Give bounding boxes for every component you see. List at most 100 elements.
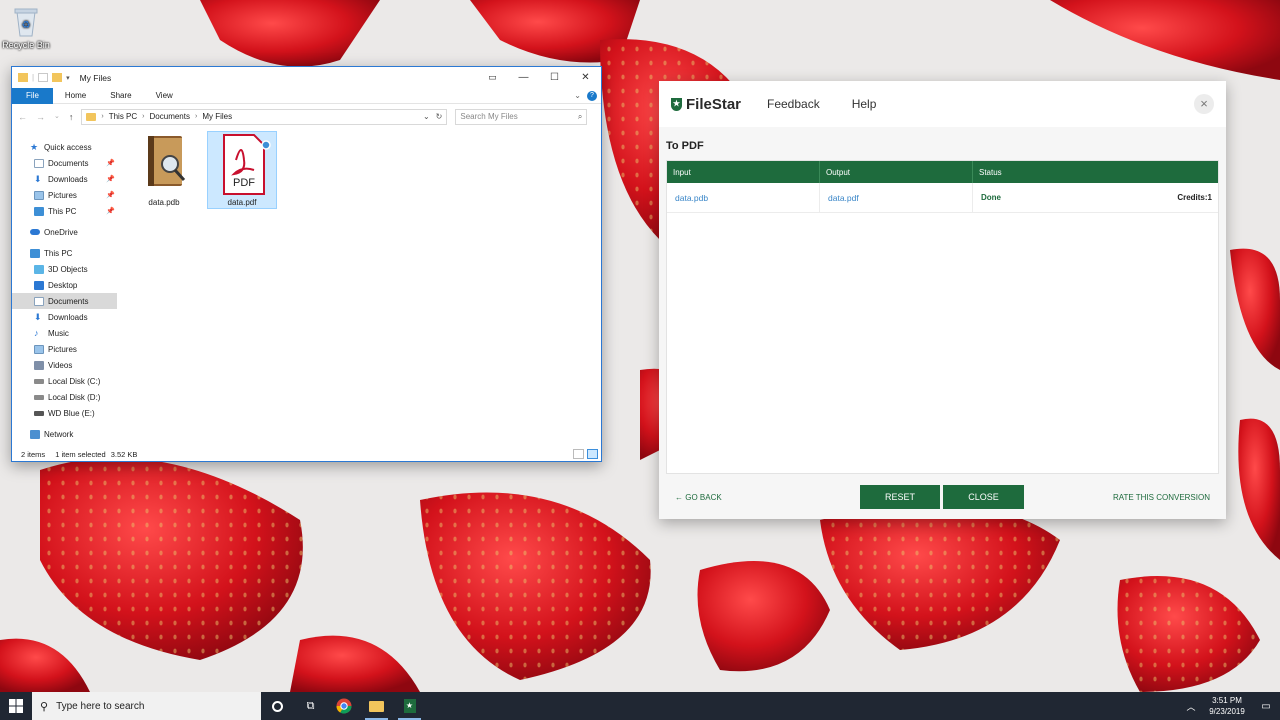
nav-label: Pictures	[48, 344, 77, 354]
start-button[interactable]	[0, 692, 32, 720]
taskbar-search-input[interactable]: ⚲ Type here to search	[32, 692, 261, 720]
address-bar[interactable]: › This PC › Documents › My Files ⌄ ↻	[81, 108, 448, 125]
nav-label: Local Disk (D:)	[48, 392, 101, 402]
nav-this-pc-pinned[interactable]: This PC 📌	[12, 203, 117, 219]
nav-label: Music	[48, 328, 69, 338]
computer-icon	[30, 248, 40, 258]
close-button[interactable]: ✕	[570, 67, 601, 88]
nav-this-pc[interactable]: This PC	[12, 245, 117, 261]
nav-label: Documents	[48, 296, 89, 306]
nav-onedrive[interactable]: OneDrive	[12, 224, 117, 240]
search-icon: ⌕	[577, 111, 583, 121]
chrome-icon[interactable]	[327, 692, 360, 720]
recent-locations-icon[interactable]: ⌄	[54, 112, 60, 122]
tab-share[interactable]: Share	[98, 88, 143, 104]
nav-network[interactable]: Network	[12, 426, 117, 442]
file-explorer-taskbar-icon[interactable]	[360, 692, 393, 720]
output-file-link[interactable]: data.pdf	[828, 193, 859, 203]
filestar-window[interactable]: ★ FileStar Feedback Help × To PDF Input …	[659, 81, 1226, 519]
nav-label: Downloads	[48, 174, 88, 184]
taskbar: ⚲ Type here to search ⧉ ★ ︿ 3:51 PM 9/23…	[0, 692, 1280, 720]
cloud-icon	[30, 229, 40, 235]
expand-ribbon-icon[interactable]: ⌄	[574, 91, 581, 100]
address-dropdown-icon[interactable]: ⌄	[423, 112, 430, 121]
nav-pictures-pinned[interactable]: Pictures 📌	[12, 187, 117, 203]
maximize-button[interactable]: ☐	[539, 67, 570, 88]
up-arrow-icon[interactable]: ↑	[69, 112, 74, 122]
folder-icon	[18, 73, 28, 82]
selection-count: 1 item selected	[55, 449, 106, 459]
nav-feedback[interactable]: Feedback	[767, 97, 820, 111]
rate-conversion-link[interactable]: RATE THIS CONVERSION	[1113, 493, 1210, 502]
refresh-icon[interactable]: ↻	[436, 112, 443, 121]
pictures-icon	[34, 190, 44, 200]
nav-label: OneDrive	[44, 227, 78, 237]
star-shield-icon: ★	[671, 97, 682, 111]
chevron-up-icon[interactable]: ︿	[1180, 700, 1202, 713]
star-icon: ★	[30, 141, 39, 152]
nav-pictures[interactable]: Pictures	[12, 341, 117, 357]
pin-icon[interactable]: 📌	[106, 159, 115, 167]
recycle-bin[interactable]: ♻ Recycle Bin	[2, 4, 50, 50]
nav-local-disk-d[interactable]: Local Disk (D:)	[12, 389, 117, 405]
nav-documents[interactable]: Documents	[12, 293, 117, 309]
drive-icon	[34, 394, 44, 400]
nav-downloads[interactable]: ⬇ Downloads	[12, 309, 117, 325]
nav-3d-objects[interactable]: 3D Objects	[12, 261, 117, 277]
input-file-link[interactable]: data.pdb	[675, 193, 708, 203]
pdf-icon-text: PDF	[233, 177, 255, 189]
tab-view[interactable]: View	[144, 88, 185, 104]
documents-icon	[34, 158, 44, 168]
cortana-icon[interactable]	[261, 692, 294, 720]
selection-size: 3.52 KB	[110, 449, 138, 459]
address-row: ← → ⌄ ↑ › This PC › Documents › My Files…	[12, 104, 601, 129]
breadcrumb-my-files[interactable]: My Files	[202, 112, 232, 121]
tab-file[interactable]: File	[12, 87, 53, 104]
breadcrumb-this-pc[interactable]: This PC	[109, 112, 137, 121]
nav-quick-access[interactable]: ★ Quick access	[12, 139, 117, 155]
nav-downloads-pinned[interactable]: ⬇ Downloads 📌	[12, 171, 117, 187]
minimize-button[interactable]: —	[508, 67, 539, 88]
file-explorer-window[interactable]: | ▾ My Files ▭ — ☐ ✕ File Home Share Vie…	[11, 66, 602, 462]
go-back-link[interactable]: ← GO BACK	[675, 493, 722, 502]
forward-arrow-icon[interactable]: →	[36, 112, 45, 122]
nav-local-disk-c[interactable]: Local Disk (C:)	[12, 373, 117, 389]
pin-icon[interactable]: 📌	[106, 191, 115, 199]
breadcrumb-documents[interactable]: Documents	[150, 112, 190, 121]
large-icons-view-icon[interactable]	[587, 449, 598, 459]
qat-dropdown-icon[interactable]: ▾	[66, 74, 70, 82]
conversion-table: Input Output Status data.pdb data.pdf Do…	[666, 160, 1219, 474]
ebook-icon	[148, 136, 186, 186]
filestar-taskbar-icon[interactable]: ★	[393, 692, 426, 720]
file-data-pdf[interactable]: PDF data.pdf	[207, 131, 277, 209]
tab-home[interactable]: Home	[53, 88, 98, 104]
notification-icon[interactable]: ▭	[1252, 701, 1280, 712]
nav-help[interactable]: Help	[852, 97, 877, 111]
close-icon[interactable]: ×	[1194, 94, 1214, 114]
close-button[interactable]: CLOSE	[943, 485, 1024, 509]
nav-label: Documents	[48, 158, 89, 168]
tablet-mode-icon[interactable]: ▭	[477, 67, 508, 88]
nav-videos[interactable]: Videos	[12, 357, 117, 373]
taskbar-search-placeholder: Type here to search	[56, 700, 145, 712]
nav-desktop[interactable]: Desktop	[12, 277, 117, 293]
reset-button[interactable]: RESET	[860, 485, 940, 509]
nav-music[interactable]: ♪ Music	[12, 325, 117, 341]
nav-label: Quick access	[44, 142, 92, 152]
pin-icon[interactable]: 📌	[106, 175, 115, 183]
clock[interactable]: 3:51 PM 9/23/2019	[1202, 695, 1252, 717]
explorer-titlebar[interactable]: | ▾ My Files ▭ — ☐ ✕	[12, 67, 601, 88]
help-icon[interactable]: ?	[587, 90, 597, 101]
table-row: data.pdb data.pdf Done Credits:1	[667, 183, 1218, 213]
new-folder-icon[interactable]	[52, 73, 63, 82]
details-view-icon[interactable]	[573, 449, 584, 459]
nav-wd-blue-e[interactable]: WD Blue (E:)	[12, 405, 117, 421]
search-input[interactable]: Search My Files ⌕	[455, 108, 588, 125]
nav-documents-pinned[interactable]: Documents 📌	[12, 155, 117, 171]
properties-icon[interactable]	[38, 73, 49, 82]
clock-date: 9/23/2019	[1209, 707, 1245, 716]
back-arrow-icon[interactable]: ←	[18, 112, 27, 122]
pin-icon[interactable]: 📌	[106, 207, 115, 215]
task-view-icon[interactable]: ⧉	[294, 692, 327, 720]
file-data-pdb[interactable]: data.pdb	[129, 132, 199, 210]
